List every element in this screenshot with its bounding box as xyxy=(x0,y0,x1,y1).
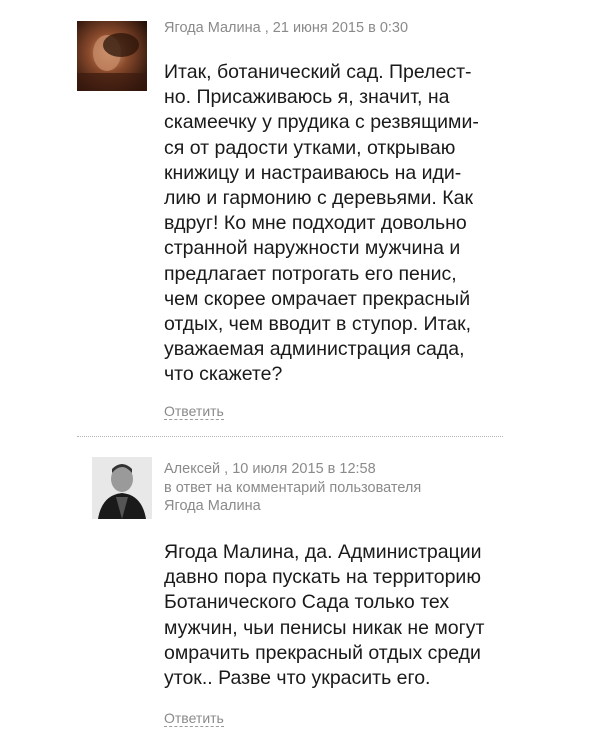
comment-body-line: ся от радости утками, открываю xyxy=(164,136,456,159)
comment-body-line: лию и гармонию с деревьями. Как xyxy=(164,187,473,210)
comment-meta: Ягода Малина , 21 июня 2015 в 0:30 xyxy=(164,20,409,36)
comment-body-line: что скажете? xyxy=(164,363,283,386)
comment-body-line: чем скорее омрачает прекрасный xyxy=(164,287,471,310)
comment-body-line: омрачить прекрасный отдых среди xyxy=(164,641,481,664)
comment-body: Ягода Малина, да. Администрации давно по… xyxy=(164,540,524,691)
comment-body-line: Ботанического Сада только тех xyxy=(164,591,450,614)
comment-meta: Алексей , 10 июля 2015 в 12:58 в ответ н… xyxy=(164,461,422,514)
comment-body-line: вдруг! Ко мне подходит довольно xyxy=(164,212,467,235)
comment-body-line: Итак, ботанический сад. Прелест- xyxy=(164,61,472,83)
avatar-photo-icon xyxy=(92,457,152,519)
comment-body-line: странной наружности мужчина и xyxy=(164,237,461,260)
comment-body-line: скамеечку у прудика с резвящими- xyxy=(164,111,479,134)
comment-author[interactable]: Ягода Малина xyxy=(164,20,261,36)
avatar-comment-2[interactable] xyxy=(92,457,152,519)
comment-author[interactable]: Алексей xyxy=(164,461,220,477)
comment-body-line: давно пора пускать на территорию xyxy=(164,566,481,589)
reply-to-text: в ответ на комментарий пользователя xyxy=(164,479,422,496)
comment-date: 10 июля 2015 в 12:58 xyxy=(232,461,376,477)
avatar-photo-icon xyxy=(77,21,147,91)
comment-date: 21 июня 2015 в 0:30 xyxy=(272,20,409,36)
comment-body-line: мужчин, чьи пенисы никак не могут xyxy=(164,616,485,639)
comment-body-line: уважаемая администрация сада, xyxy=(164,338,465,361)
reply-button[interactable]: Ответить xyxy=(164,710,224,727)
comment-body: Итак, ботанический сад. Прелест- но. При… xyxy=(164,60,524,388)
comment-body-line: предлагает потрогать его пенис, xyxy=(164,262,457,285)
comment-body-line: книжицу и настраиваюсь на иди- xyxy=(164,161,462,184)
comment-divider xyxy=(77,436,503,437)
reply-to-user[interactable]: Ягода Малина xyxy=(164,498,261,514)
comment-body-line: отдых, чем вводит в ступор. Итак, xyxy=(164,313,472,336)
comment-body-line: но. Присаживаюсь я, значит, на xyxy=(164,86,450,109)
avatar-comment-1[interactable] xyxy=(77,21,147,91)
comment-body-line: Ягода Малина, да. Администрации xyxy=(164,541,482,563)
comment-body-line: уток.. Разве что украсить его. xyxy=(164,667,431,690)
reply-button[interactable]: Ответить xyxy=(164,403,224,420)
